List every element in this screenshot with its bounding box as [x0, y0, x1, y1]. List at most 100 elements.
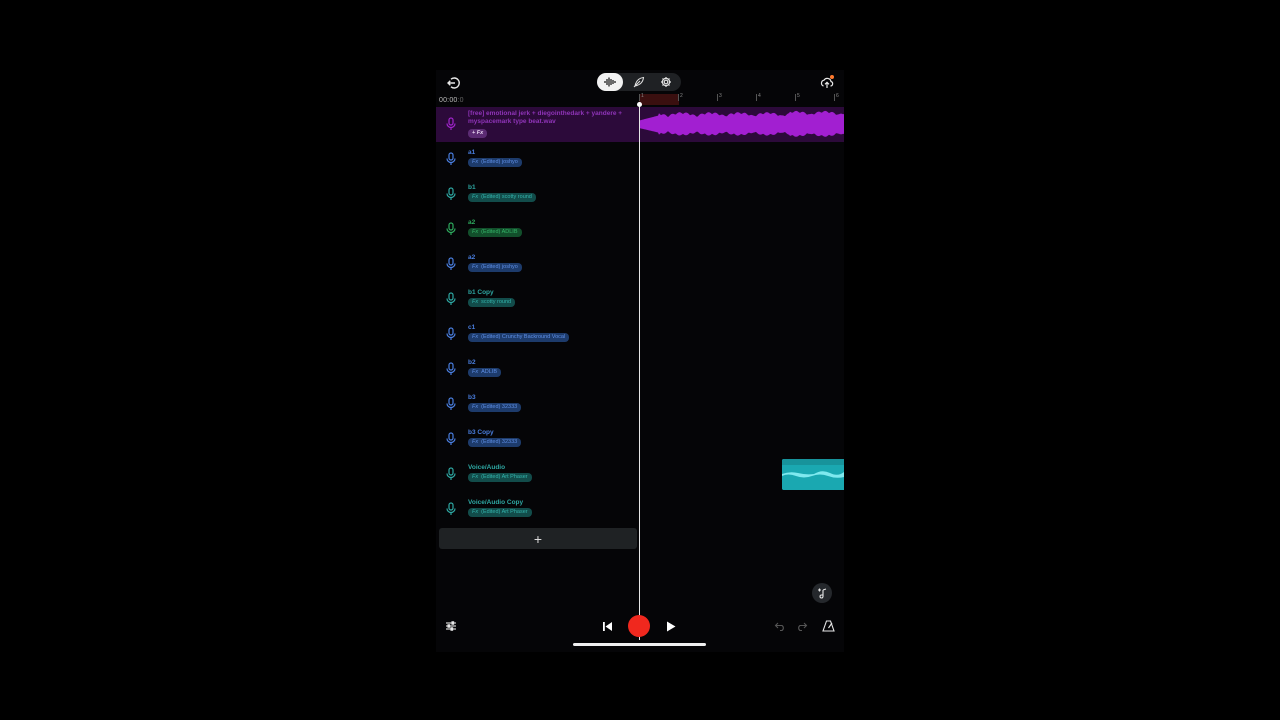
- ruler-tick: 1: [639, 93, 644, 101]
- track-name: b3: [468, 394, 476, 401]
- notification-dot: [830, 75, 834, 79]
- track-row[interactable]: b2 Fx ADLIB: [436, 352, 844, 387]
- track-row[interactable]: b1 Fx (Edited) scotty round: [436, 177, 844, 212]
- fx-tag[interactable]: Fx scotty round: [468, 298, 516, 307]
- playhead-handle[interactable]: [637, 102, 642, 107]
- track-name: a2: [468, 219, 476, 226]
- fx-name: (Edited) joshyo: [481, 264, 518, 270]
- exit-icon[interactable]: [444, 74, 462, 92]
- fx-prefix: Fx: [472, 334, 479, 340]
- add-fx-button[interactable]: + Fx: [468, 129, 488, 138]
- undo-icon[interactable]: [773, 619, 787, 633]
- track-row[interactable]: b1 Copy Fx scotty round: [436, 282, 844, 317]
- track-row[interactable]: c1 Fx (Edited) Crunchy Backround Vocal: [436, 317, 844, 352]
- microphone-icon[interactable]: [445, 502, 457, 516]
- microphone-icon[interactable]: [445, 117, 457, 131]
- fx-tag[interactable]: Fx (Edited) scotty round: [468, 193, 536, 202]
- playhead[interactable]: [639, 102, 640, 640]
- track-name: b1 Copy: [468, 289, 494, 296]
- mixer-sliders-icon[interactable]: [444, 619, 458, 633]
- track-name: b2: [468, 359, 476, 366]
- track-name: Voice/Audio: [468, 464, 506, 471]
- microphone-icon[interactable]: [445, 327, 457, 341]
- fx-prefix: Fx: [472, 404, 479, 410]
- track-row[interactable]: b3 Copy Fx (Edited) 32333: [436, 422, 844, 457]
- record-button[interactable]: [628, 615, 650, 637]
- fx-tag[interactable]: Fx (Edited) joshyo: [468, 158, 522, 167]
- transport-bar: [436, 615, 844, 637]
- fx-name: (Edited) ADLIB: [481, 229, 518, 235]
- fx-tag[interactable]: Fx (Edited) Crunchy Backround Vocal: [468, 333, 570, 342]
- metronome-icon[interactable]: [820, 618, 836, 634]
- track-name: a2: [468, 254, 476, 261]
- ruler-tick: 6: [834, 93, 839, 101]
- fx-tag[interactable]: Fx (Edited) Art Phaser: [468, 473, 532, 482]
- fx-prefix: Fx: [472, 299, 479, 305]
- track-name: b3 Copy: [468, 429, 494, 436]
- microphone-icon[interactable]: [445, 152, 457, 166]
- fx-name: (Edited) scotty round: [481, 194, 532, 200]
- feather-icon[interactable]: [626, 73, 652, 91]
- top-bar: [436, 70, 844, 96]
- play-icon[interactable]: [664, 619, 678, 633]
- time-value: 00:00: [439, 97, 458, 104]
- track-name: c1: [468, 324, 476, 331]
- microphone-icon[interactable]: [445, 397, 457, 411]
- beat-waveform[interactable]: [639, 107, 844, 142]
- home-indicator[interactable]: [573, 643, 706, 646]
- microphone-icon[interactable]: [445, 222, 457, 236]
- time-ms: :0: [457, 97, 464, 104]
- fx-name: (Edited) joshyo: [481, 159, 518, 165]
- track-row[interactable]: b3 Fx (Edited) 32333: [436, 387, 844, 422]
- view-switcher: [597, 73, 681, 91]
- fx-prefix: Fx: [472, 159, 479, 165]
- fx-tag[interactable]: Fx (Edited) 32333: [468, 403, 522, 412]
- track-name: a1: [468, 149, 476, 156]
- audio-clip[interactable]: [782, 459, 844, 490]
- loop-region[interactable]: [639, 94, 679, 105]
- microphone-icon[interactable]: [445, 432, 457, 446]
- fx-tag[interactable]: Fx (Edited) ADLIB: [468, 228, 522, 237]
- ruler-tick: 4: [756, 93, 761, 101]
- track-name: b1: [468, 184, 476, 191]
- redo-icon[interactable]: [795, 619, 809, 633]
- fx-name: scotty round: [481, 299, 512, 305]
- track-row[interactable]: a1 Fx (Edited) joshyo: [436, 142, 844, 177]
- add-instrument-icon[interactable]: [812, 583, 832, 603]
- fx-tag[interactable]: Fx (Edited) 32333: [468, 438, 522, 447]
- daw-app-window: 00:00:0 1 2 3 4 5 6 [free] emotional jer…: [436, 70, 844, 652]
- microphone-icon[interactable]: [445, 467, 457, 481]
- fx-name: (Edited) Art Phaser: [481, 474, 528, 480]
- cloud-upload-icon[interactable]: [817, 74, 837, 92]
- ruler-tick: 2: [678, 93, 683, 101]
- fx-name: (Edited) Crunchy Backround Vocal: [481, 334, 566, 340]
- microphone-icon[interactable]: [445, 362, 457, 376]
- fx-prefix: Fx: [472, 264, 479, 270]
- beat-track-name: [free] emotional jerk + diegointhedark +…: [468, 110, 623, 125]
- track-row[interactable]: Voice/Audio Fx (Edited) Art Phaser: [436, 457, 844, 492]
- fx-prefix: Fx: [472, 369, 479, 375]
- fx-name: (Edited) 32333: [481, 439, 518, 445]
- fx-tag[interactable]: Fx (Edited) joshyo: [468, 263, 522, 272]
- fx-prefix: Fx: [472, 194, 479, 200]
- beat-track[interactable]: [free] emotional jerk + diegointhedark +…: [436, 107, 844, 142]
- ruler-tick: 5: [795, 93, 800, 101]
- gear-icon[interactable]: [653, 73, 679, 91]
- track-name: Voice/Audio Copy: [468, 499, 524, 506]
- fx-name: (Edited) 32333: [481, 404, 518, 410]
- track-row[interactable]: a2 Fx (Edited) joshyo: [436, 247, 844, 282]
- fx-prefix: Fx: [472, 439, 479, 445]
- skip-to-start-icon[interactable]: [600, 619, 614, 633]
- microphone-icon[interactable]: [445, 292, 457, 306]
- waveform-icon[interactable]: [597, 73, 623, 91]
- fx-prefix: Fx: [472, 474, 479, 480]
- microphone-icon[interactable]: [445, 257, 457, 271]
- fx-tag[interactable]: Fx ADLIB: [468, 368, 502, 377]
- add-track-button[interactable]: +: [439, 528, 637, 549]
- track-row[interactable]: a2 Fx (Edited) ADLIB: [436, 212, 844, 247]
- microphone-icon[interactable]: [445, 187, 457, 201]
- track-row[interactable]: Voice/Audio Copy Fx (Edited) Art Phaser: [436, 492, 844, 527]
- timeline-ruler[interactable]: 1 2 3 4 5 6: [639, 94, 844, 106]
- fx-prefix: Fx: [472, 229, 479, 235]
- fx-tag[interactable]: Fx (Edited) Art Phaser: [468, 508, 532, 517]
